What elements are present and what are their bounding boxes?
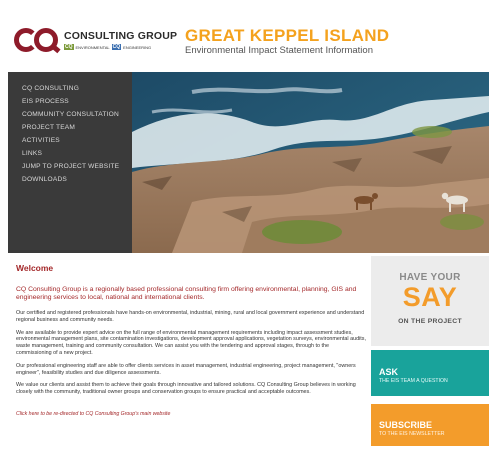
brand-name: CONSULTING GROUP bbox=[64, 30, 178, 42]
eng-badge: CQ bbox=[111, 44, 122, 50]
hero-image bbox=[132, 72, 489, 253]
project-title: GREAT KEPPEL ISLAND bbox=[185, 26, 390, 45]
subscribe-newsletter-button[interactable]: SUBSCRIBE TO THE EIS NEWSLETTER bbox=[371, 404, 489, 446]
brand-sub-labels: CQ ENVIRONMENTAL CQ ENGINEERING bbox=[64, 44, 151, 50]
body-paragraph: We are available to provide expert advic… bbox=[16, 329, 366, 356]
ask-subtitle: THE EIS TEAM A QUESTION bbox=[379, 378, 448, 384]
coastline-photo bbox=[132, 72, 489, 253]
say-line3: ON THE PROJECT bbox=[398, 318, 462, 325]
nav-item-links[interactable]: LINKS bbox=[8, 147, 132, 160]
body-paragraph: Our professional engineering staff are a… bbox=[16, 362, 356, 376]
page-title: Welcome bbox=[16, 263, 54, 273]
eng-label: ENGINEERING bbox=[123, 44, 152, 50]
redirect-link[interactable]: Click here to be re-directed to CQ Consu… bbox=[16, 411, 170, 417]
env-badge: CQ bbox=[64, 44, 74, 50]
nav-item-community-consultation[interactable]: COMMUNITY CONSULTATION bbox=[8, 108, 132, 121]
nav-item-activities[interactable]: ACTIVITIES bbox=[8, 134, 132, 147]
intro-text: CQ Consulting Group is a regionally base… bbox=[16, 286, 357, 301]
env-label: ENVIRONMENTAL bbox=[75, 44, 110, 50]
body-paragraph: Our certified and registered professiona… bbox=[16, 310, 365, 323]
cq-logo-mark bbox=[14, 26, 61, 54]
page-header: CONSULTING GROUP CQ ENVIRONMENTAL CQ ENG… bbox=[0, 0, 489, 70]
nav-item-project-team[interactable]: PROJECT TEAM bbox=[8, 121, 132, 134]
cq-consulting-logo[interactable]: CONSULTING GROUP CQ ENVIRONMENTAL CQ ENG… bbox=[14, 26, 178, 56]
ask-title: ASK bbox=[379, 367, 399, 377]
have-your-say-banner[interactable]: HAVE YOUR SAY ON THE PROJECT bbox=[371, 256, 489, 346]
subscribe-subtitle: TO THE EIS NEWSLETTER bbox=[379, 431, 445, 437]
ask-question-button[interactable]: ASK THE EIS TEAM A QUESTION bbox=[371, 350, 489, 396]
nav-item-jump-to-project-website[interactable]: JUMP TO PROJECT WEBSITE bbox=[8, 160, 132, 173]
nav-item-cq-consulting[interactable]: CQ CONSULTING bbox=[8, 82, 132, 95]
nav-item-downloads[interactable]: DOWNLOADS bbox=[8, 173, 132, 186]
body-paragraph: We value our clients and assist them to … bbox=[16, 382, 356, 396]
project-subtitle: Environmental Impact Statement Informati… bbox=[185, 45, 373, 56]
subscribe-title: SUBSCRIBE bbox=[379, 420, 433, 430]
main-content: Welcome CQ Consulting Group is a regiona… bbox=[16, 263, 366, 420]
say-line2: SAY bbox=[402, 282, 458, 312]
main-nav: CQ CONSULTING EIS PROCESS COMMUNITY CONS… bbox=[8, 72, 132, 253]
nav-item-eis-process[interactable]: EIS PROCESS bbox=[8, 95, 132, 108]
